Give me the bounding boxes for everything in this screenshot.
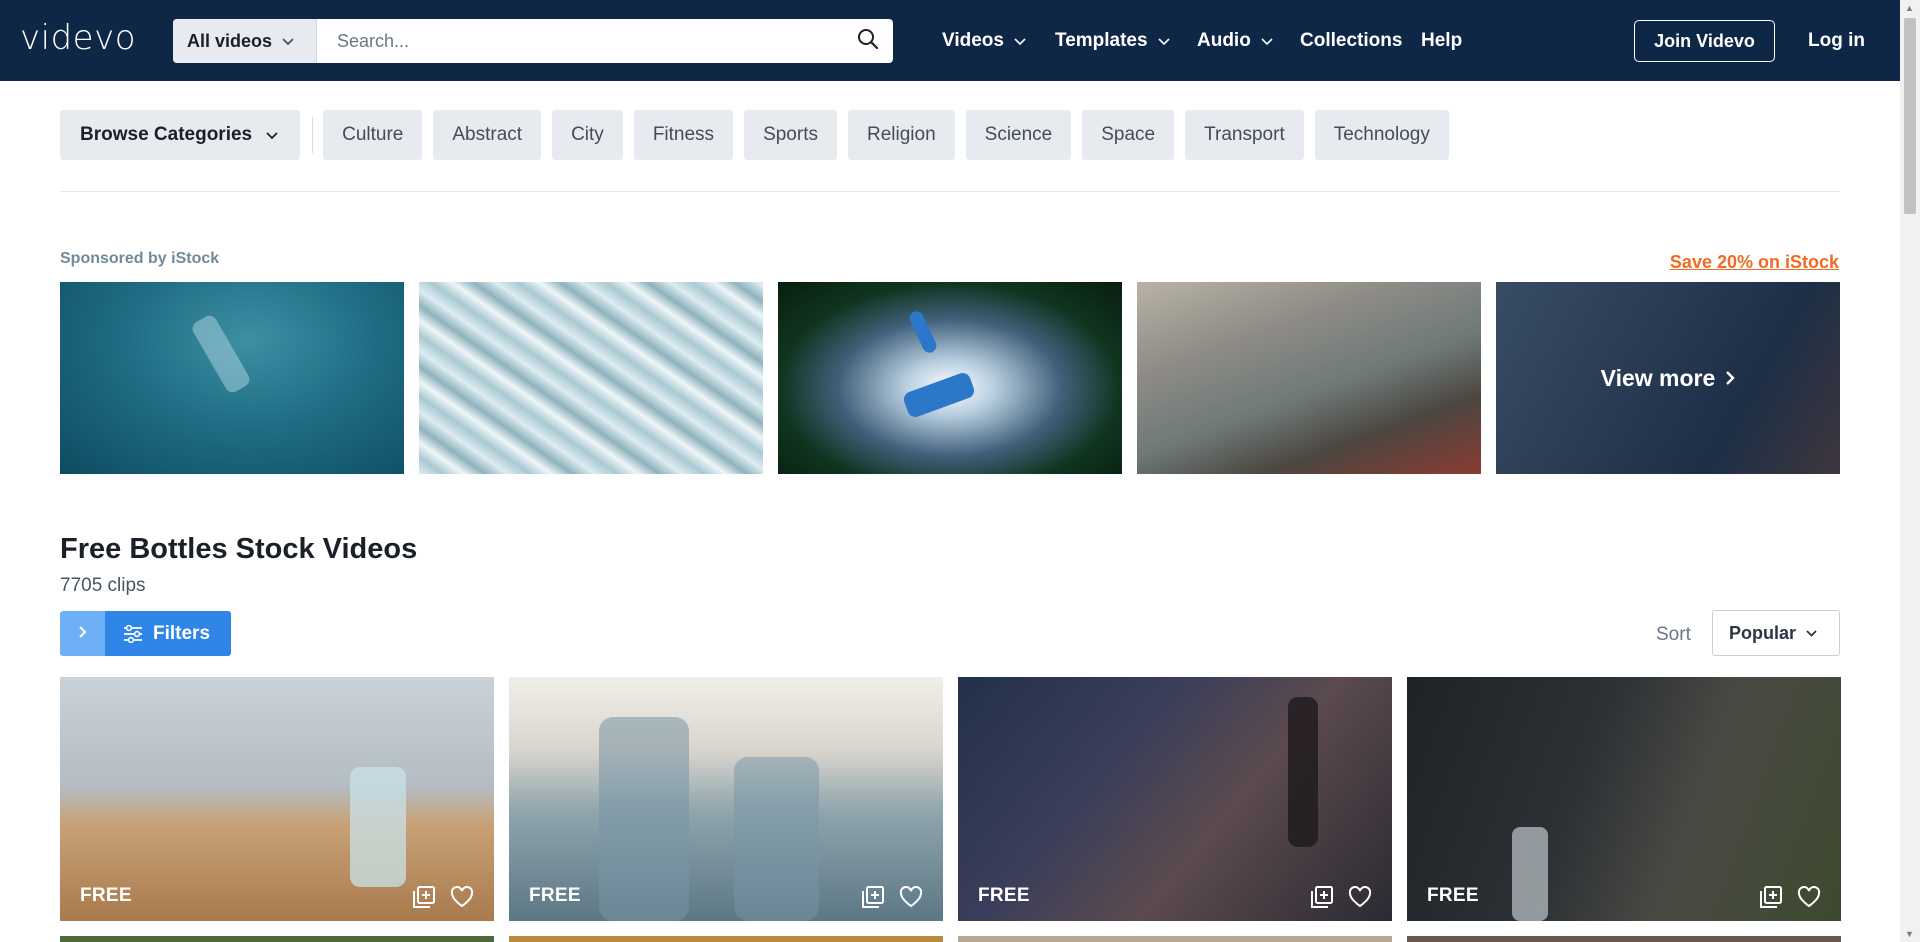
free-badge: FREE — [1427, 885, 1479, 906]
videvo-logo[interactable]: videvo — [20, 18, 136, 58]
filters-button[interactable]: Filters — [105, 611, 231, 656]
video-card-actions — [1296, 885, 1372, 909]
chevron-right-icon — [1725, 365, 1736, 392]
search-icon — [857, 28, 879, 55]
category-chip-transport[interactable]: Transport — [1185, 110, 1304, 160]
sort-dropdown[interactable]: Popular — [1712, 610, 1840, 656]
video-grid-next-row — [60, 936, 1856, 942]
video-card-partial[interactable] — [509, 936, 943, 942]
category-chip-city[interactable]: City — [552, 110, 623, 160]
video-card[interactable]: FREE — [958, 677, 1392, 921]
nav-audio-label: Audio — [1197, 30, 1251, 51]
view-more-label: View more — [1600, 364, 1716, 391]
category-chip-sports[interactable]: Sports — [744, 110, 837, 160]
video-card-partial[interactable] — [1407, 936, 1841, 942]
sliders-icon — [124, 624, 142, 643]
sponsored-label: Sponsored by iStock — [60, 250, 220, 267]
search-button[interactable] — [843, 19, 893, 63]
nav-videos[interactable]: Videos — [942, 30, 1026, 52]
nav-templates[interactable]: Templates — [1055, 30, 1170, 52]
free-badge: FREE — [529, 885, 581, 906]
category-chip-technology[interactable]: Technology — [1314, 110, 1449, 160]
sponsored-row: View more — [60, 282, 1840, 474]
join-button[interactable]: Join Videvo — [1634, 20, 1775, 62]
category-bar: Browse Categories Culture Abstract City … — [60, 110, 1460, 160]
chevron-down-icon — [1014, 30, 1026, 52]
sort-label: Sort — [1656, 624, 1691, 645]
istock-discount-link[interactable]: Save 20% on iStock — [1670, 252, 1839, 273]
video-card[interactable]: FREE — [1407, 677, 1841, 921]
chevron-down-icon — [266, 128, 278, 143]
scroll-down-arrow-icon[interactable]: ▼ — [1905, 929, 1914, 939]
category-chip-science[interactable]: Science — [965, 110, 1072, 160]
filters-label: Filters — [153, 622, 211, 644]
add-to-collection-icon[interactable] — [1310, 885, 1334, 909]
heart-icon[interactable] — [1348, 886, 1372, 908]
nav-help[interactable]: Help — [1421, 30, 1462, 52]
browse-categories-label: Browse Categories — [80, 124, 253, 145]
chevron-down-icon — [1806, 626, 1817, 640]
free-badge: FREE — [978, 885, 1030, 906]
category-chip-abstract[interactable]: Abstract — [433, 110, 542, 160]
sponsored-thumbnail[interactable] — [419, 282, 763, 474]
video-card-partial[interactable] — [958, 936, 1392, 942]
browse-categories-button[interactable]: Browse Categories — [60, 110, 301, 160]
clip-count: 7705 clips — [60, 575, 146, 596]
page-scrollbar[interactable]: ▲ ▼ — [1900, 0, 1920, 942]
chevron-right-icon — [78, 622, 87, 645]
view-more-overlay: View more — [1496, 282, 1840, 474]
chevron-down-icon — [1158, 30, 1170, 52]
filters-toggle-button[interactable] — [60, 611, 105, 656]
nav-templates-label: Templates — [1055, 30, 1148, 51]
bottle-shape — [189, 312, 253, 396]
bottle-shape — [907, 309, 939, 355]
add-to-collection-icon[interactable] — [1759, 885, 1783, 909]
section-divider — [60, 191, 1840, 192]
add-to-collection-icon[interactable] — [412, 885, 436, 909]
chevron-down-icon — [1261, 30, 1273, 52]
bottle-shape — [734, 757, 819, 921]
video-card[interactable]: FREE — [509, 677, 943, 921]
search-type-label: All videos — [187, 30, 273, 51]
category-chip-religion[interactable]: Religion — [847, 110, 955, 160]
sponsored-thumbnail[interactable] — [1137, 282, 1481, 474]
video-card-actions — [1745, 885, 1821, 909]
video-card-partial[interactable] — [60, 936, 494, 942]
search-bar: All videos — [173, 19, 893, 63]
scrollbar-thumb[interactable] — [1904, 18, 1916, 214]
video-card-actions — [398, 885, 474, 909]
bottle-shape — [599, 717, 689, 921]
login-link[interactable]: Log in — [1808, 30, 1865, 52]
nav-audio[interactable]: Audio — [1197, 30, 1273, 52]
nav-collections[interactable]: Collections — [1300, 30, 1402, 52]
scroll-up-arrow-icon[interactable]: ▲ — [1905, 3, 1914, 13]
bottle-shape — [1512, 827, 1548, 921]
sponsored-thumbnail[interactable] — [778, 282, 1122, 474]
filters-control: Filters — [60, 611, 231, 656]
search-type-dropdown[interactable]: All videos — [173, 19, 317, 63]
heart-icon[interactable] — [1797, 886, 1821, 908]
add-to-collection-icon[interactable] — [861, 885, 885, 909]
page-title: Free Bottles Stock Videos — [60, 533, 418, 565]
video-card-actions — [847, 885, 923, 909]
chevron-down-icon — [282, 34, 294, 49]
bottle-shape — [1288, 697, 1318, 847]
heart-icon[interactable] — [899, 886, 923, 908]
nav-videos-label: Videos — [942, 30, 1004, 51]
search-input[interactable] — [317, 19, 843, 63]
video-card[interactable]: FREE — [60, 677, 494, 921]
category-separator — [312, 117, 314, 153]
top-navbar: videvo All videos Videos Templates Audio… — [0, 0, 1900, 81]
category-chip-culture[interactable]: Culture — [323, 110, 423, 160]
sponsored-thumbnail[interactable] — [60, 282, 404, 474]
sort-value: Popular — [1729, 622, 1797, 643]
video-grid: FREE FREE FREE FREE — [60, 677, 1841, 921]
bottle-shape — [350, 767, 406, 887]
free-badge: FREE — [80, 885, 132, 906]
sponsored-view-more-tile[interactable]: View more — [1496, 282, 1840, 474]
category-chip-space[interactable]: Space — [1082, 110, 1175, 160]
category-chip-fitness[interactable]: Fitness — [633, 110, 734, 160]
bottle-shape — [901, 370, 977, 420]
heart-icon[interactable] — [450, 886, 474, 908]
